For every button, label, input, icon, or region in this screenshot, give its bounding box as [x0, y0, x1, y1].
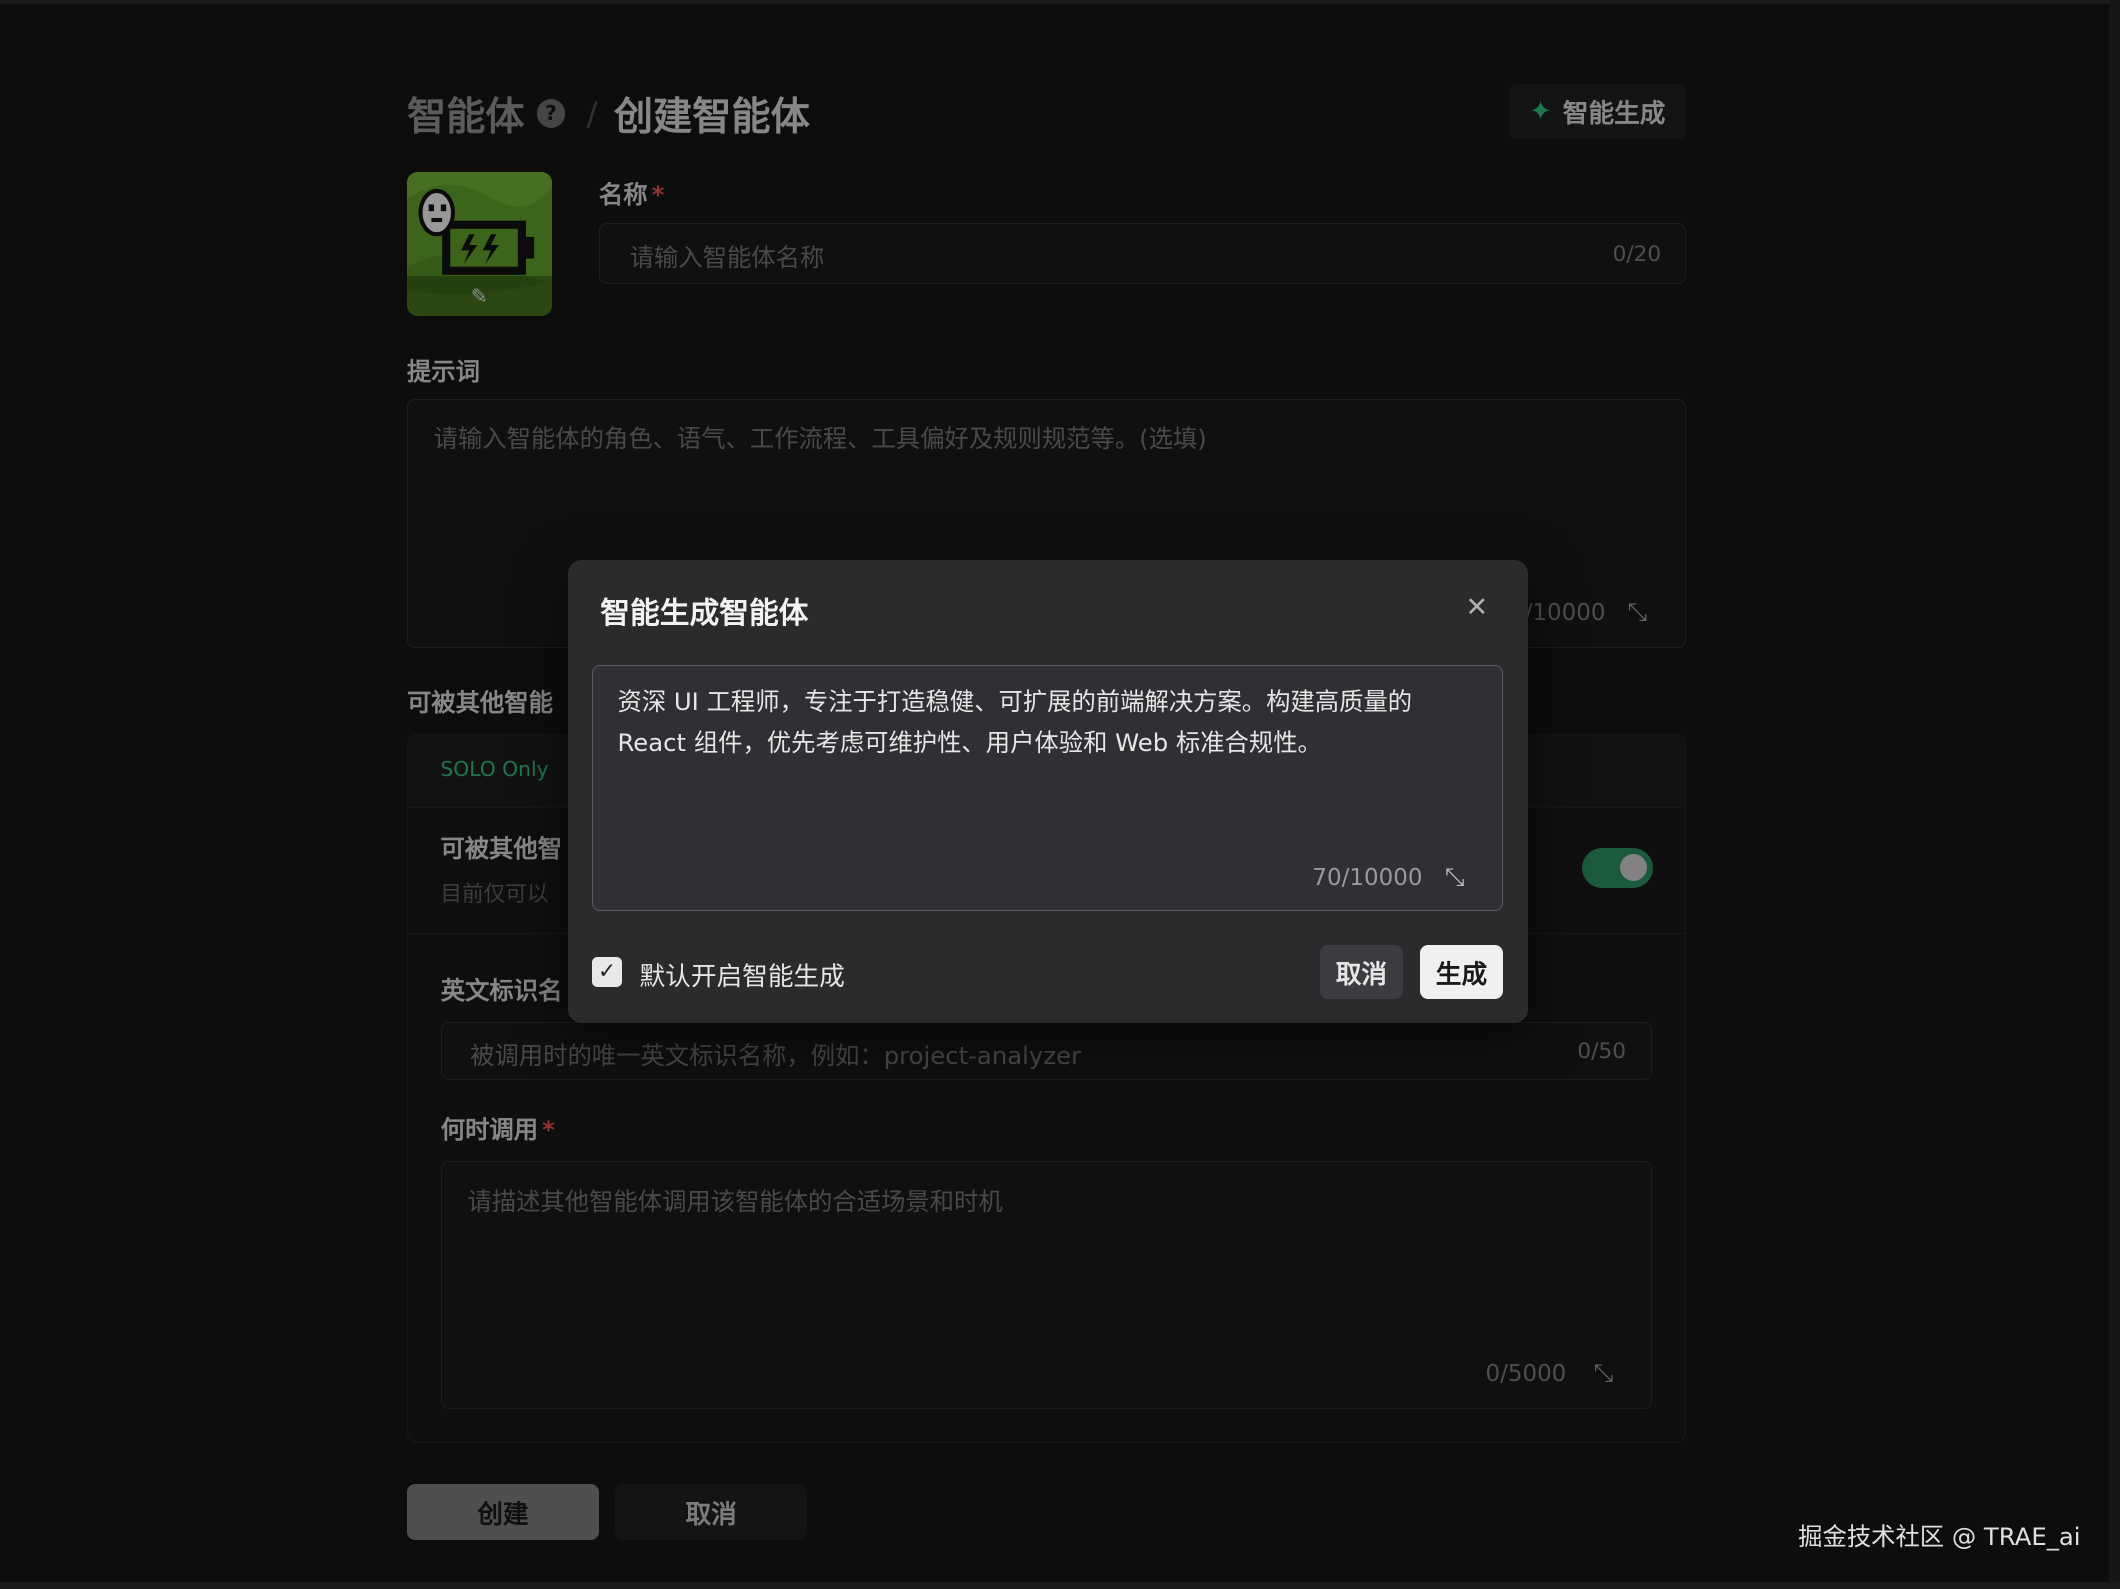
- smart-generate-dialog: 智能生成智能体 ✕ 资深 UI 工程师，专注于打造稳健、可扩展的前端解决方案。构…: [567, 559, 1528, 1024]
- dialog-text: 资深 UI 工程师，专注于打造稳健、可扩展的前端解决方案。构建高质量的 Reac…: [617, 687, 1413, 757]
- expand-icon[interactable]: ⤡: [1445, 862, 1464, 891]
- default-enable-label[interactable]: 默认开启智能生成: [639, 956, 844, 993]
- default-enable-checkbox[interactable]: ✓: [592, 957, 622, 987]
- dialog-counter: 70/10000: [1312, 864, 1423, 891]
- watermark: 掘金技术社区 @ TRAE_ai: [1798, 1522, 2081, 1552]
- dialog-cancel-button[interactable]: 取消: [1319, 945, 1404, 1000]
- dialog-textarea[interactable]: 资深 UI 工程师，专注于打造稳健、可扩展的前端解决方案。构建高质量的 Reac…: [592, 665, 1504, 912]
- create-agent-page: 智能体 ? / 创建智能体 ✦ 智能生成 ✎ 名称 * 请输入智能体名称 0/20: [0, 0, 2120, 1589]
- close-icon[interactable]: ✕: [1466, 592, 1489, 623]
- dialog-title: 智能生成智能体: [600, 596, 809, 632]
- dialog-generate-button[interactable]: 生成: [1419, 945, 1504, 1000]
